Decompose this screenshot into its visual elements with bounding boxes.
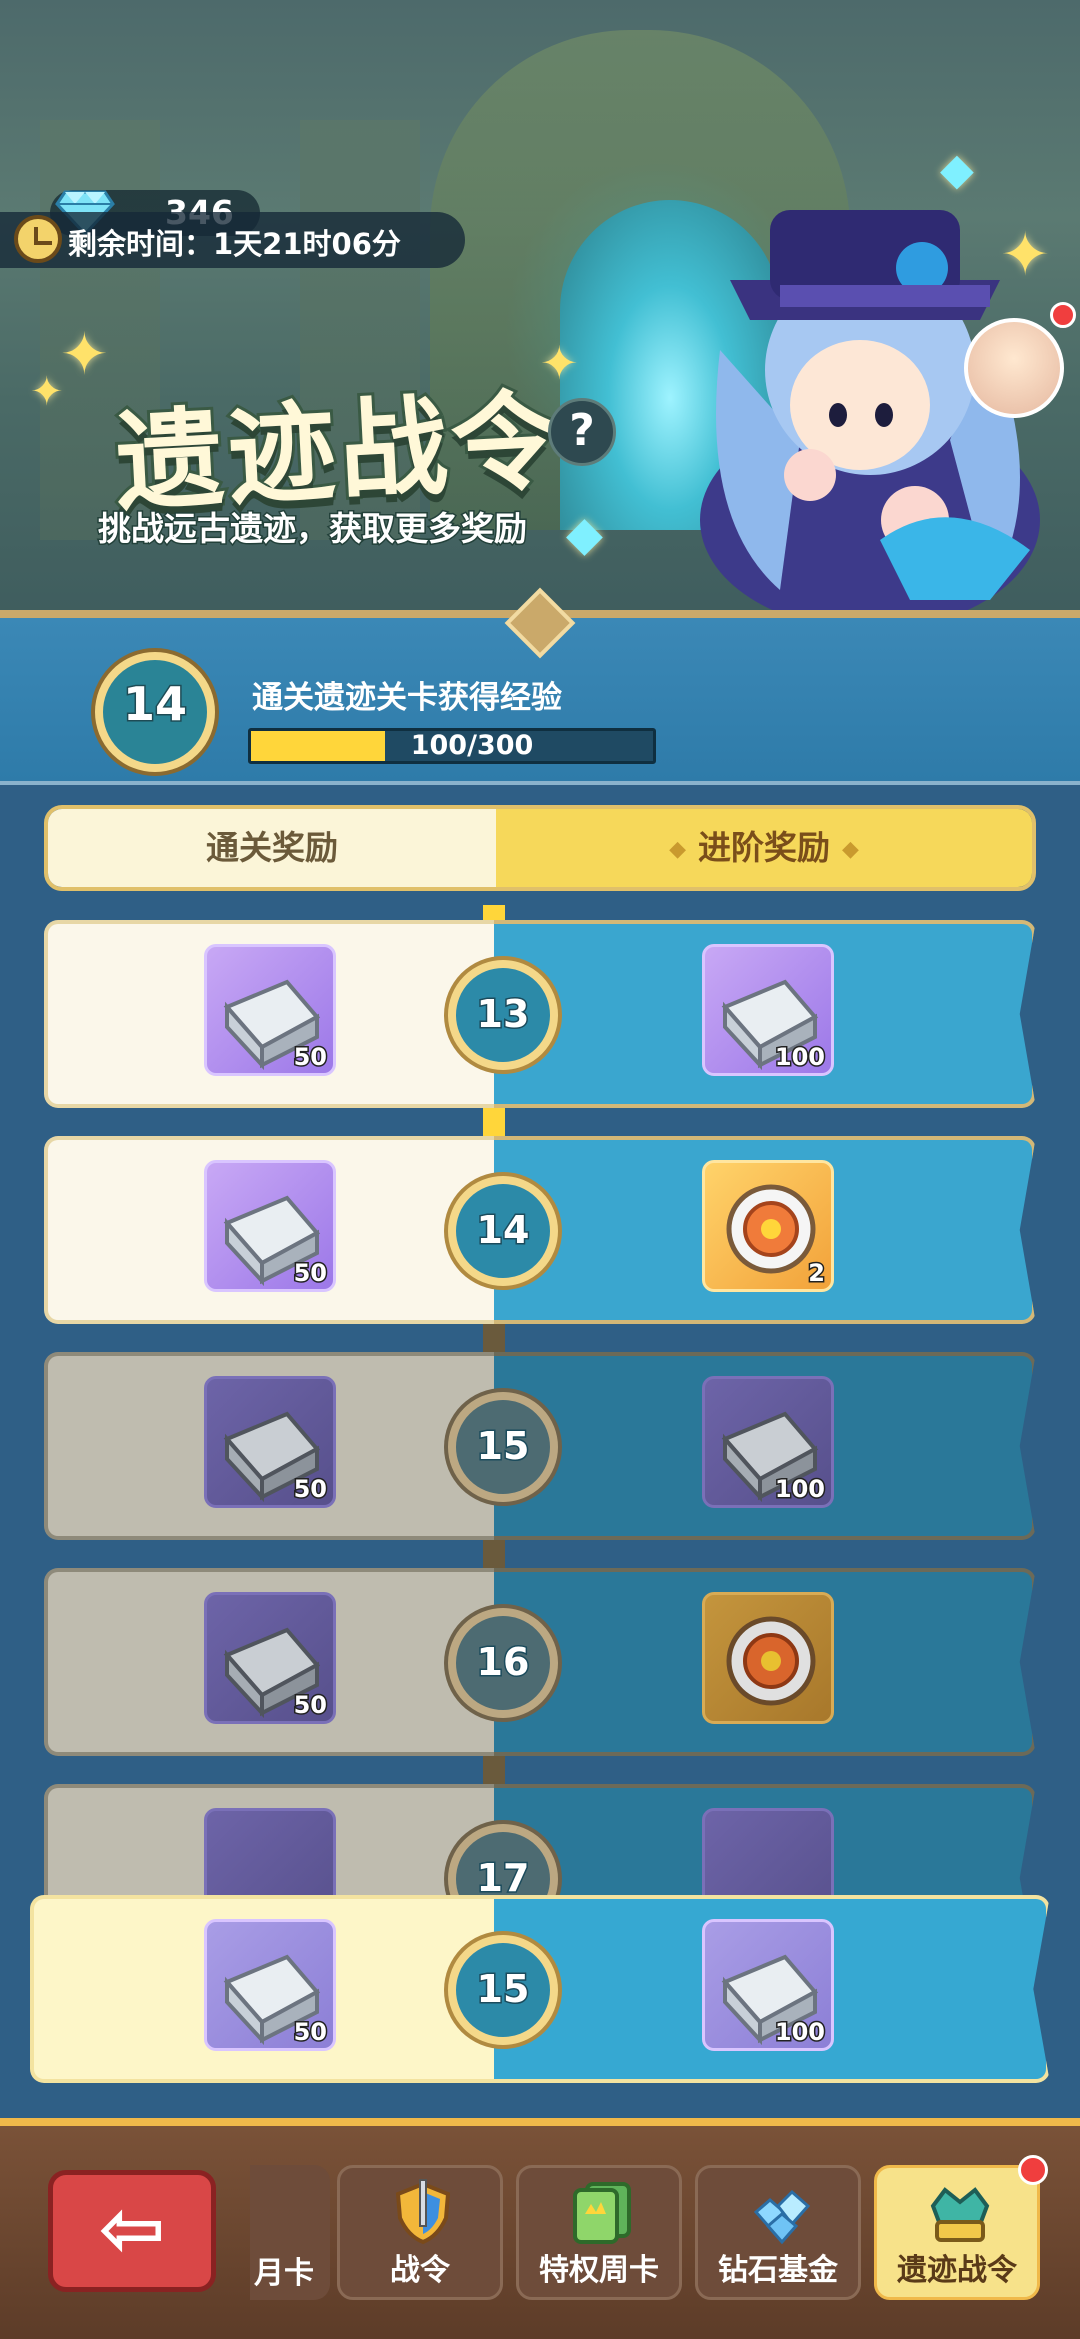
sparkle-icon: ✦	[60, 320, 109, 388]
nav-tab-ruins-pass[interactable]: 遗迹战令	[874, 2165, 1040, 2300]
nav-tab-privilege-weekly[interactable]: 特权周卡	[516, 2165, 682, 2300]
free-reward-item[interactable]: 50	[204, 944, 336, 1076]
friend-avatar[interactable]	[964, 318, 1064, 418]
nav-tab-diamond-fund[interactable]: 钻石基金	[695, 2165, 861, 2300]
reward-row: 50 100 13	[44, 920, 1036, 1108]
item-count: 2	[807, 1258, 827, 1289]
level-node: 16	[448, 1608, 558, 1718]
level-node: 15	[448, 1935, 558, 2045]
item-count: 50	[292, 1474, 328, 1505]
nav-tab-label: 月卡	[254, 2256, 314, 2291]
item-count: 100	[773, 1474, 826, 1505]
notification-badge	[1018, 2155, 1048, 2185]
shield-sword-icon	[395, 2179, 451, 2245]
exp-progress-bar: 100/300	[248, 728, 656, 764]
nav-tab-label: 特权周卡	[539, 2253, 659, 2288]
item-count: 100	[773, 2017, 826, 2048]
item-count: 100	[773, 1042, 826, 1073]
next-reward-row: 50 100 15	[30, 1895, 1050, 2083]
sparkle-icon: ✦	[30, 369, 64, 415]
advanced-reward-item[interactable]: 100	[702, 1919, 834, 2051]
page-subtitle: 挑战远古遗迹，获取更多奖励	[97, 508, 529, 550]
nav-tab-label: 战令	[390, 2253, 450, 2288]
level-node: 14	[448, 1176, 558, 1286]
nav-tab-label: 遗迹战令	[897, 2253, 1017, 2288]
tab-advanced-label: 进阶奖励	[698, 828, 830, 867]
diamond-ornament-icon: ◆	[842, 836, 859, 862]
free-reward-item[interactable]: 50	[204, 1376, 336, 1508]
clock-icon	[14, 215, 62, 263]
notification-badge	[1050, 302, 1076, 328]
target-gear-icon	[726, 1616, 816, 1706]
diamond-pile-icon	[753, 2189, 811, 2245]
reward-row: 50 16	[44, 1568, 1036, 1756]
back-button[interactable]: ⇦	[48, 2170, 216, 2292]
exp-progress-text: 100/300	[410, 730, 534, 761]
level-node: 13	[448, 960, 558, 1070]
remaining-time: 剩余时间：1天21时06分	[68, 227, 401, 261]
item-count: 50	[292, 2017, 328, 2048]
reward-row: 50 100 15	[44, 1352, 1036, 1540]
card-icon	[573, 2182, 631, 2244]
item-count: 50	[292, 1690, 328, 1721]
crystal-icon: ◆	[940, 144, 974, 195]
current-level: 14	[121, 676, 188, 733]
free-reward-item[interactable]: 50	[204, 1592, 336, 1724]
nav-tab-monthly-card[interactable]: 月卡	[250, 2165, 330, 2300]
nav-tab-battle-pass[interactable]: 战令	[337, 2165, 503, 2300]
reward-row: 50 2 14	[44, 1136, 1036, 1324]
help-button[interactable]: ?	[548, 398, 616, 466]
exp-label: 通关遗迹关卡获得经验	[252, 680, 562, 716]
crown-chest-icon	[930, 2187, 990, 2242]
advanced-reward-item[interactable]: 100	[702, 1376, 834, 1508]
free-reward-item[interactable]: 50	[204, 1160, 336, 1292]
item-count: 50	[292, 1258, 328, 1289]
tab-advanced-rewards[interactable]: ◆ 进阶奖励 ◆	[496, 809, 1032, 887]
tab-free-rewards[interactable]: 通关奖励	[48, 809, 496, 887]
reward-tabs: 通关奖励 ◆ 进阶奖励 ◆	[44, 805, 1036, 891]
crystal-icon: ◆	[566, 506, 603, 562]
item-count: 50	[292, 1042, 328, 1073]
level-node: 15	[448, 1392, 558, 1502]
advanced-reward-item[interactable]: 100	[702, 944, 834, 1076]
advanced-reward-item[interactable]: 2	[702, 1160, 834, 1292]
advanced-reward-item[interactable]	[702, 1592, 834, 1724]
diamond-ornament-icon: ◆	[669, 836, 686, 862]
nav-tab-label: 钻石基金	[718, 2253, 838, 2288]
free-reward-item[interactable]: 50	[204, 1919, 336, 2051]
